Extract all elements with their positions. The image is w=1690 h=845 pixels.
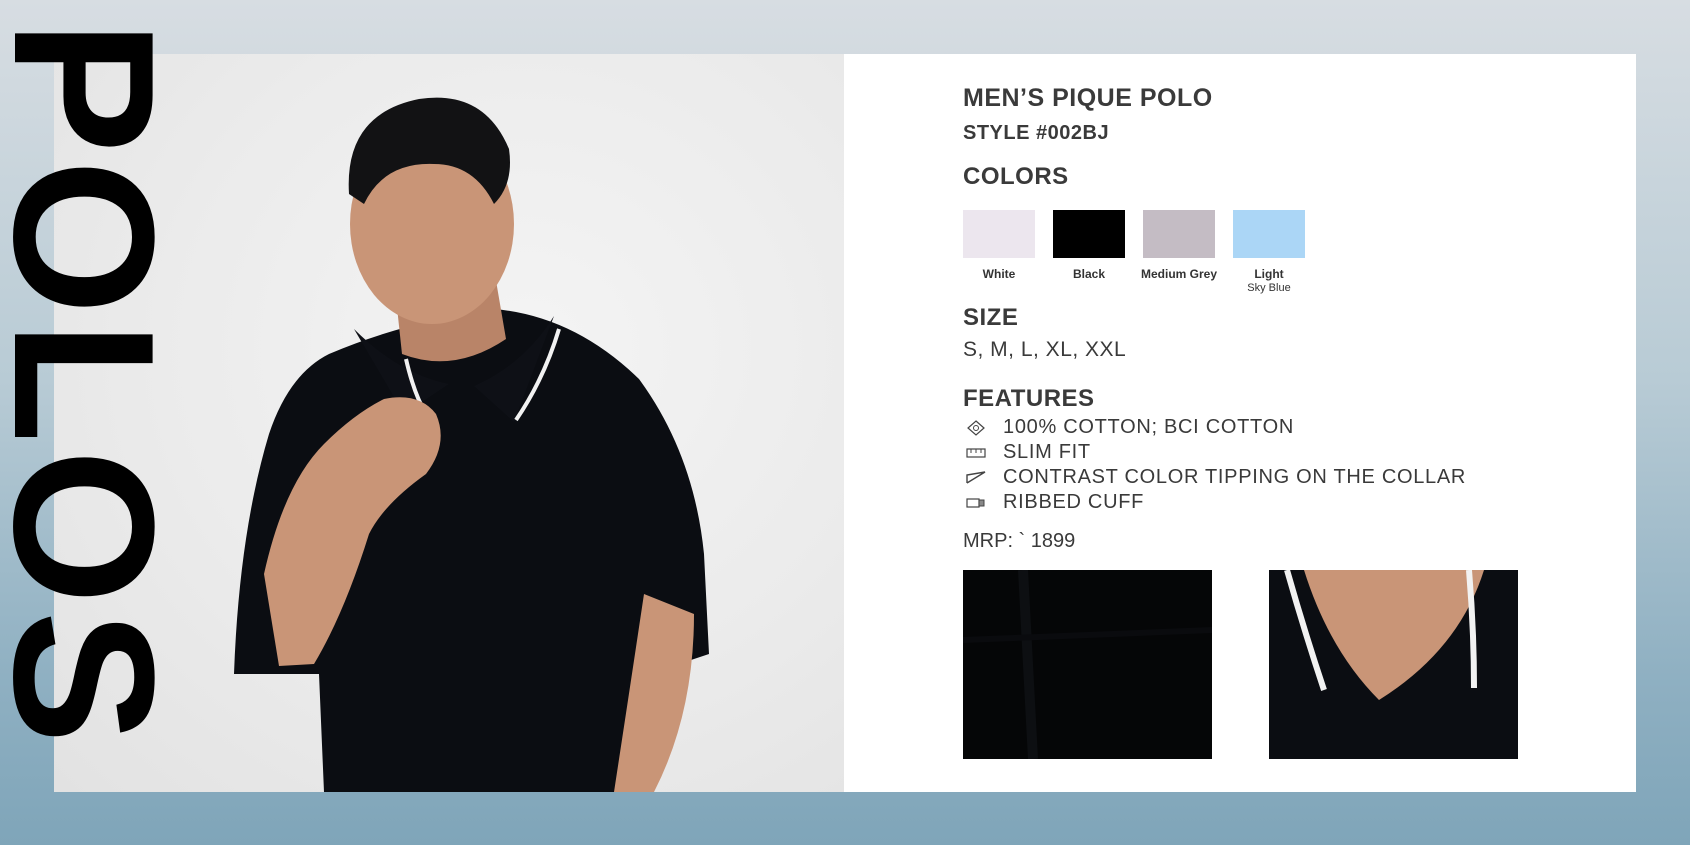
model-illustration (234, 97, 709, 792)
collar-illustration (1269, 570, 1518, 759)
vertical-title: POLOS (0, 0, 165, 845)
feature-item: RIBBED CUFF (963, 491, 1603, 516)
feature-item: 100% COTTON; BCI COTTON (963, 416, 1603, 441)
fabric-texture (963, 570, 1212, 759)
swatch-label: Light (1254, 267, 1284, 281)
swatch-chip (1053, 210, 1125, 258)
slim-fit-icon (966, 448, 986, 458)
cuff-icon (966, 498, 985, 508)
swatch-label-line2: Sky Blue (1247, 282, 1291, 294)
swatch-white[interactable]: White (954, 210, 1044, 282)
swatch-chip (1233, 210, 1305, 258)
feature-item: SLIM FIT (963, 441, 1603, 466)
features-list: 100% COTTON; BCI COTTON SLIM FIT CONTRAS… (963, 416, 1603, 516)
style-code: STYLE #002BJ (963, 122, 1110, 144)
feature-text: SLIM FIT (1003, 441, 1091, 463)
colors-heading: COLORS (963, 163, 1069, 190)
fabric-closeup-photo (963, 570, 1212, 759)
swatch-black[interactable]: Black (1044, 210, 1134, 282)
price: MRP: ` 1899 (963, 530, 1076, 552)
size-values: S, M, L, XL, XXL (963, 338, 1127, 361)
swatch-label: Black (1072, 267, 1106, 281)
swatch-light-sky-blue[interactable]: Light Sky Blue (1224, 210, 1314, 294)
features-heading: FEATURES (963, 385, 1095, 412)
cotton-icon (967, 420, 985, 436)
feature-text: CONTRAST COLOR TIPPING ON THE COLLAR (1003, 466, 1467, 488)
feature-text: 100% COTTON; BCI COTTON (1003, 416, 1294, 438)
swatch-chip (1143, 210, 1215, 258)
feature-item: CONTRAST COLOR TIPPING ON THE COLLAR (963, 466, 1603, 491)
model-photo (54, 54, 844, 792)
swatch-medium-grey[interactable]: Medium Grey (1134, 210, 1224, 282)
swatch-label: White (982, 267, 1016, 281)
color-swatches: White Black Medium Grey Light Sky Blue (963, 210, 1383, 300)
product-name: MEN’S PIQUE POLO (963, 84, 1213, 112)
size-heading: SIZE (963, 304, 1019, 331)
swatch-chip (963, 210, 1035, 258)
feature-text: RIBBED CUFF (1003, 491, 1145, 513)
title-text: POLOS (0, 20, 165, 751)
collar-closeup-photo (1269, 570, 1518, 759)
swatch-label: Medium Grey (1140, 267, 1218, 281)
collar-icon (966, 471, 986, 484)
